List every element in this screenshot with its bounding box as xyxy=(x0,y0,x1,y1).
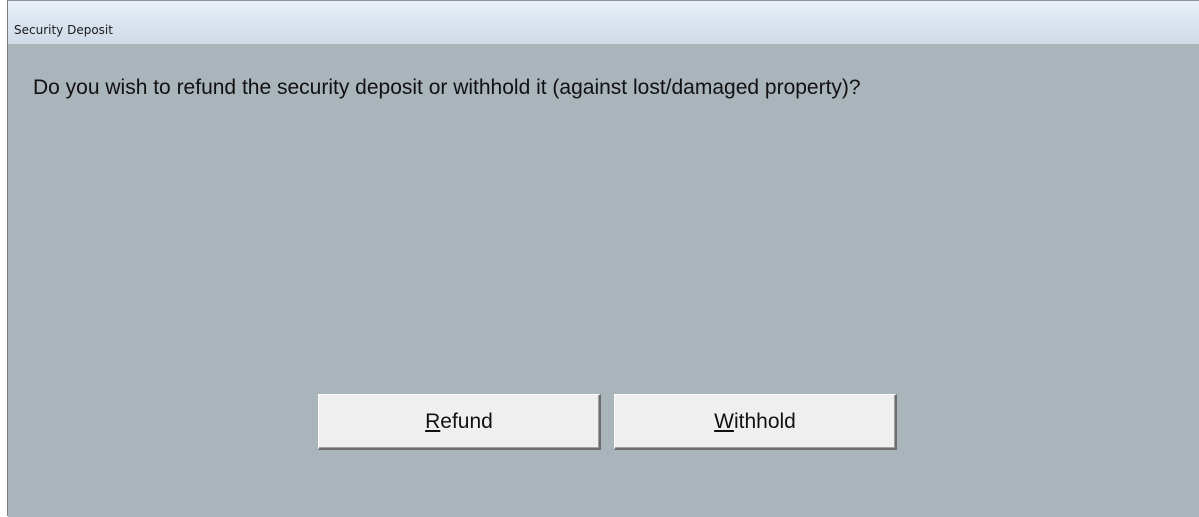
refund-mnemonic: R xyxy=(425,409,441,433)
withhold-mnemonic: W xyxy=(714,409,734,433)
dialog-body: Do you wish to refund the security depos… xyxy=(8,44,1199,517)
security-deposit-dialog: Security Deposit Do you wish to refund t… xyxy=(7,0,1199,517)
dialog-message: Do you wish to refund the security depos… xyxy=(33,76,861,99)
title-bar[interactable]: Security Deposit xyxy=(8,1,1199,44)
window-title: Security Deposit xyxy=(14,23,113,37)
refund-label: efund xyxy=(440,409,493,433)
withhold-button[interactable]: Withhold xyxy=(614,394,897,450)
withhold-label: ithhold xyxy=(733,409,796,433)
refund-button[interactable]: Refund xyxy=(318,394,601,450)
